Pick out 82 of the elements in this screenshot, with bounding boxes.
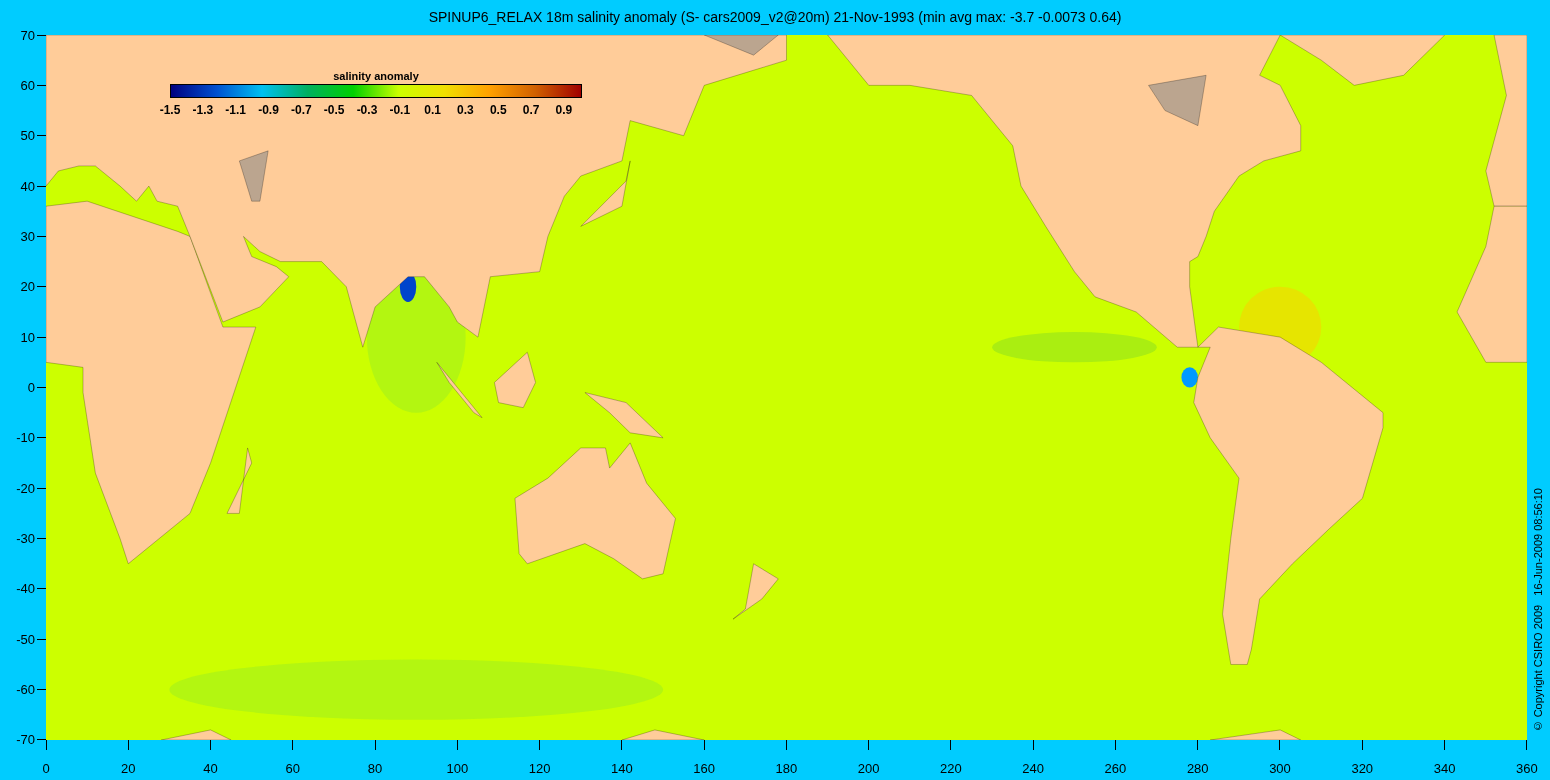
axis-tick-label: 260 xyxy=(1104,762,1127,775)
axis-tick-label: 10 xyxy=(20,330,35,344)
axis-tick-label: 120 xyxy=(528,762,551,775)
tick-mark xyxy=(950,740,952,750)
tick-mark xyxy=(868,740,870,750)
colorbar-label: 0.5 xyxy=(489,103,507,116)
colorbar-label: 0.3 xyxy=(457,103,474,116)
tick-mark xyxy=(456,740,458,750)
colorbar-label: 0.9 xyxy=(555,103,573,116)
axis-tick-label: 100 xyxy=(446,762,469,775)
tick-mark xyxy=(127,740,129,750)
tick-mark xyxy=(37,185,46,187)
colorbar-label: -0.9 xyxy=(258,103,279,116)
colorbar-label: -0.1 xyxy=(389,103,411,116)
axis-tick-label: 180 xyxy=(775,762,798,775)
tick-mark xyxy=(1032,740,1034,750)
colorbar-label: 0.1 xyxy=(424,103,441,116)
axis-tick-label: 40 xyxy=(203,762,218,775)
tick-mark xyxy=(374,740,376,750)
tick-mark xyxy=(785,740,787,750)
tick-mark xyxy=(37,588,46,590)
colorbar-label: -0.5 xyxy=(323,103,345,116)
axis-tick-label: 300 xyxy=(1269,762,1291,775)
tick-mark xyxy=(37,135,46,137)
tick-mark xyxy=(703,740,705,750)
tick-mark xyxy=(539,740,541,750)
tick-mark xyxy=(37,487,46,489)
axis-tick-label: -30 xyxy=(16,531,35,545)
axis-tick-label: 0 xyxy=(27,380,35,394)
colorbar-label: -1.1 xyxy=(225,103,246,116)
axis-tick-label: -60 xyxy=(16,682,35,696)
tick-mark xyxy=(292,740,294,750)
colorbar-label: 0.7 xyxy=(522,103,540,116)
axis-tick-label: 60 xyxy=(20,78,35,92)
axis-tick-label: 200 xyxy=(857,762,880,775)
axis-tick-label: 80 xyxy=(367,762,383,775)
axis-tick-label: -40 xyxy=(16,582,35,596)
tick-mark xyxy=(1361,740,1363,750)
tick-mark xyxy=(37,638,46,640)
tick-mark xyxy=(37,286,46,288)
axis-tick-label: 0 xyxy=(42,762,50,775)
copyright-text: © Copyright CSIRO 2009 16-Jun-2009 08:56:10 xyxy=(1531,487,1546,732)
tick-mark xyxy=(1114,740,1116,750)
tick-mark xyxy=(1526,740,1528,750)
tick-mark xyxy=(37,336,46,338)
axis-tick-label: 40 xyxy=(20,179,35,193)
axis-tick-label: 160 xyxy=(693,762,715,775)
axis-tick-label: 70 xyxy=(20,28,35,42)
tick-mark xyxy=(621,740,623,750)
axis-tick-label: -20 xyxy=(16,481,35,495)
tick-mark xyxy=(1444,740,1445,750)
tick-mark xyxy=(37,688,46,690)
chart-title: SPINUP6_RELAX 18m salinity anomaly (S- cars2009_v2@20m) 21-Nov-1993 (min avg max: -3.7 -0.0073 0.64) xyxy=(428,8,1122,27)
colorbar-label: -1.5 xyxy=(159,103,181,116)
axis-tick-label: 30 xyxy=(20,229,35,243)
tick-mark xyxy=(37,34,46,36)
axis-tick-label: 240 xyxy=(1022,762,1045,775)
axis-tick-label: -70 xyxy=(16,733,35,747)
colorbar-title: salinity anomaly xyxy=(333,70,419,84)
colorbar-label: -1.3 xyxy=(192,103,214,116)
tick-mark xyxy=(37,235,46,237)
tick-mark xyxy=(37,537,46,539)
tick-mark xyxy=(37,386,46,388)
tick-mark xyxy=(210,740,212,750)
tick-mark xyxy=(1279,740,1281,750)
axis-tick-label: 20 xyxy=(20,280,35,294)
axis-tick-label: -50 xyxy=(16,632,35,646)
axis-tick-label: 340 xyxy=(1433,762,1456,775)
axis-tick-label: 220 xyxy=(940,762,962,775)
tick-mark xyxy=(37,84,46,86)
tick-mark xyxy=(37,437,46,439)
colorbar-label: -0.3 xyxy=(356,103,378,116)
axis-tick-label: 320 xyxy=(1351,762,1374,775)
axis-tick-label: 140 xyxy=(611,762,633,775)
axis-tick-label: 60 xyxy=(285,762,301,775)
axis-tick-label: 280 xyxy=(1186,762,1209,775)
axis-tick-label: -10 xyxy=(16,431,35,445)
axis-tick-label: 360 xyxy=(1515,762,1538,775)
colorbar-label: -0.7 xyxy=(290,103,312,116)
axis-tick-label: 20 xyxy=(121,762,136,775)
axis-tick-label: 50 xyxy=(20,129,35,143)
tick-mark xyxy=(1197,740,1199,750)
